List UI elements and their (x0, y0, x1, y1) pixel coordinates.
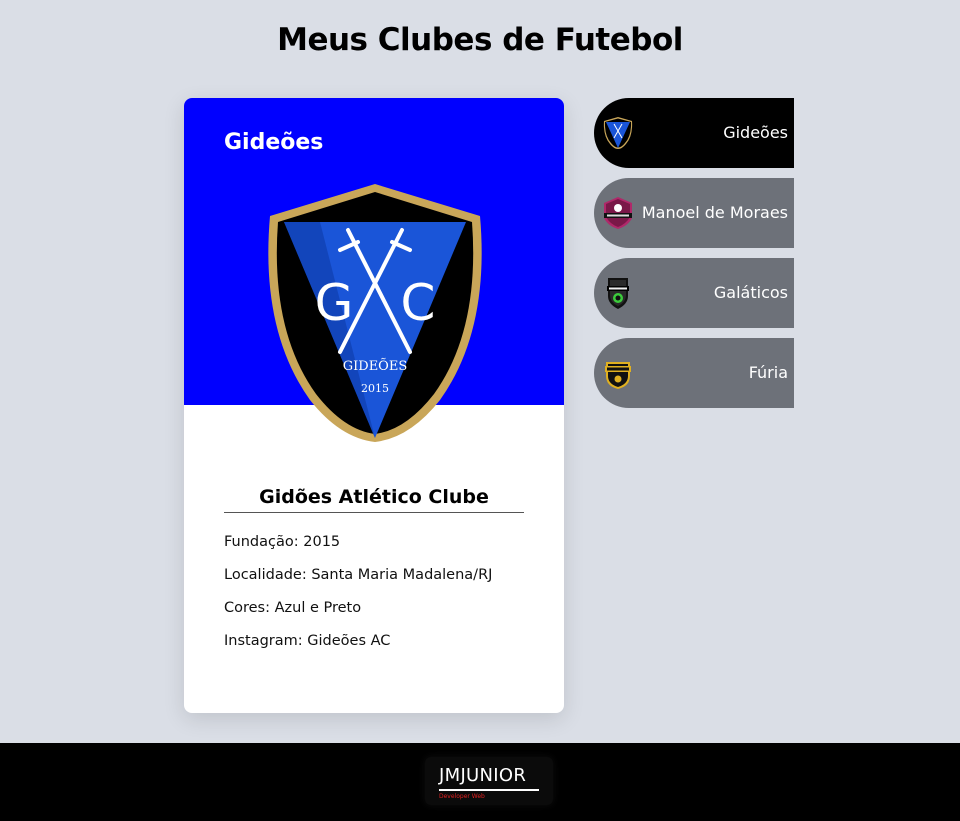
crest-letter-g: G (315, 274, 354, 332)
footer: JMJUNIOR Developer Web (0, 743, 960, 821)
footer-tagline: Developer Web (439, 793, 485, 800)
crest-letter-c: C (401, 274, 436, 332)
card-club-name: Gideões (224, 130, 324, 155)
club-selector: Gideões Manoel de Moraes Galáticos Fúria (594, 98, 794, 418)
club-tab-label: Galáticos (713, 283, 788, 302)
club-tab-manoel-de-moraes[interactable]: Manoel de Moraes (594, 178, 794, 248)
footer-underline (439, 789, 539, 791)
crest-year: 2015 (361, 382, 389, 395)
club-tab-furia[interactable]: Fúria (594, 338, 794, 408)
furia-crest-icon (605, 362, 631, 389)
info-value: Santa Maria Madalena/RJ (311, 567, 493, 583)
info-value: Gideões AC (307, 633, 391, 649)
jmjunior-logo[interactable]: JMJUNIOR Developer Web (425, 757, 553, 805)
gideoes-crest-icon (603, 117, 633, 149)
info-label: Instagram: (224, 633, 303, 649)
info-value: Azul e Preto (274, 600, 362, 616)
info-colors: Cores: Azul e Preto (224, 600, 361, 616)
info-foundation: Fundação: 2015 (224, 534, 340, 550)
info-location: Localidade: Santa Maria Madalena/RJ (224, 567, 492, 583)
footer-brand: JMJUNIOR (439, 765, 527, 786)
club-tab-label: Fúria (748, 363, 788, 382)
info-instagram: Instagram: Gideões AC (224, 633, 390, 649)
card-full-name: Gidões Atlético Clube (224, 486, 524, 513)
club-tab-label: Manoel de Moraes (641, 203, 788, 222)
club-card: Gideões G C GIDEÕES 2015 Gidões Atlético… (184, 98, 564, 713)
info-value: 2015 (303, 534, 341, 550)
gideoes-crest-icon: G C GIDEÕES 2015 (268, 184, 482, 442)
crest-club-name: GIDEÕES (343, 358, 408, 374)
manoel-de-moraes-crest-icon (604, 197, 632, 229)
info-label: Fundação: (224, 534, 299, 550)
info-label: Localidade: (224, 567, 307, 583)
galaticos-crest-icon (607, 278, 629, 309)
club-tab-galaticos[interactable]: Galáticos (594, 258, 794, 328)
club-tab-label: Gideões (723, 123, 788, 142)
info-label: Cores: (224, 600, 270, 616)
club-tab-gideoes[interactable]: Gideões (594, 98, 794, 168)
page-title: Meus Clubes de Futebol (277, 22, 683, 58)
